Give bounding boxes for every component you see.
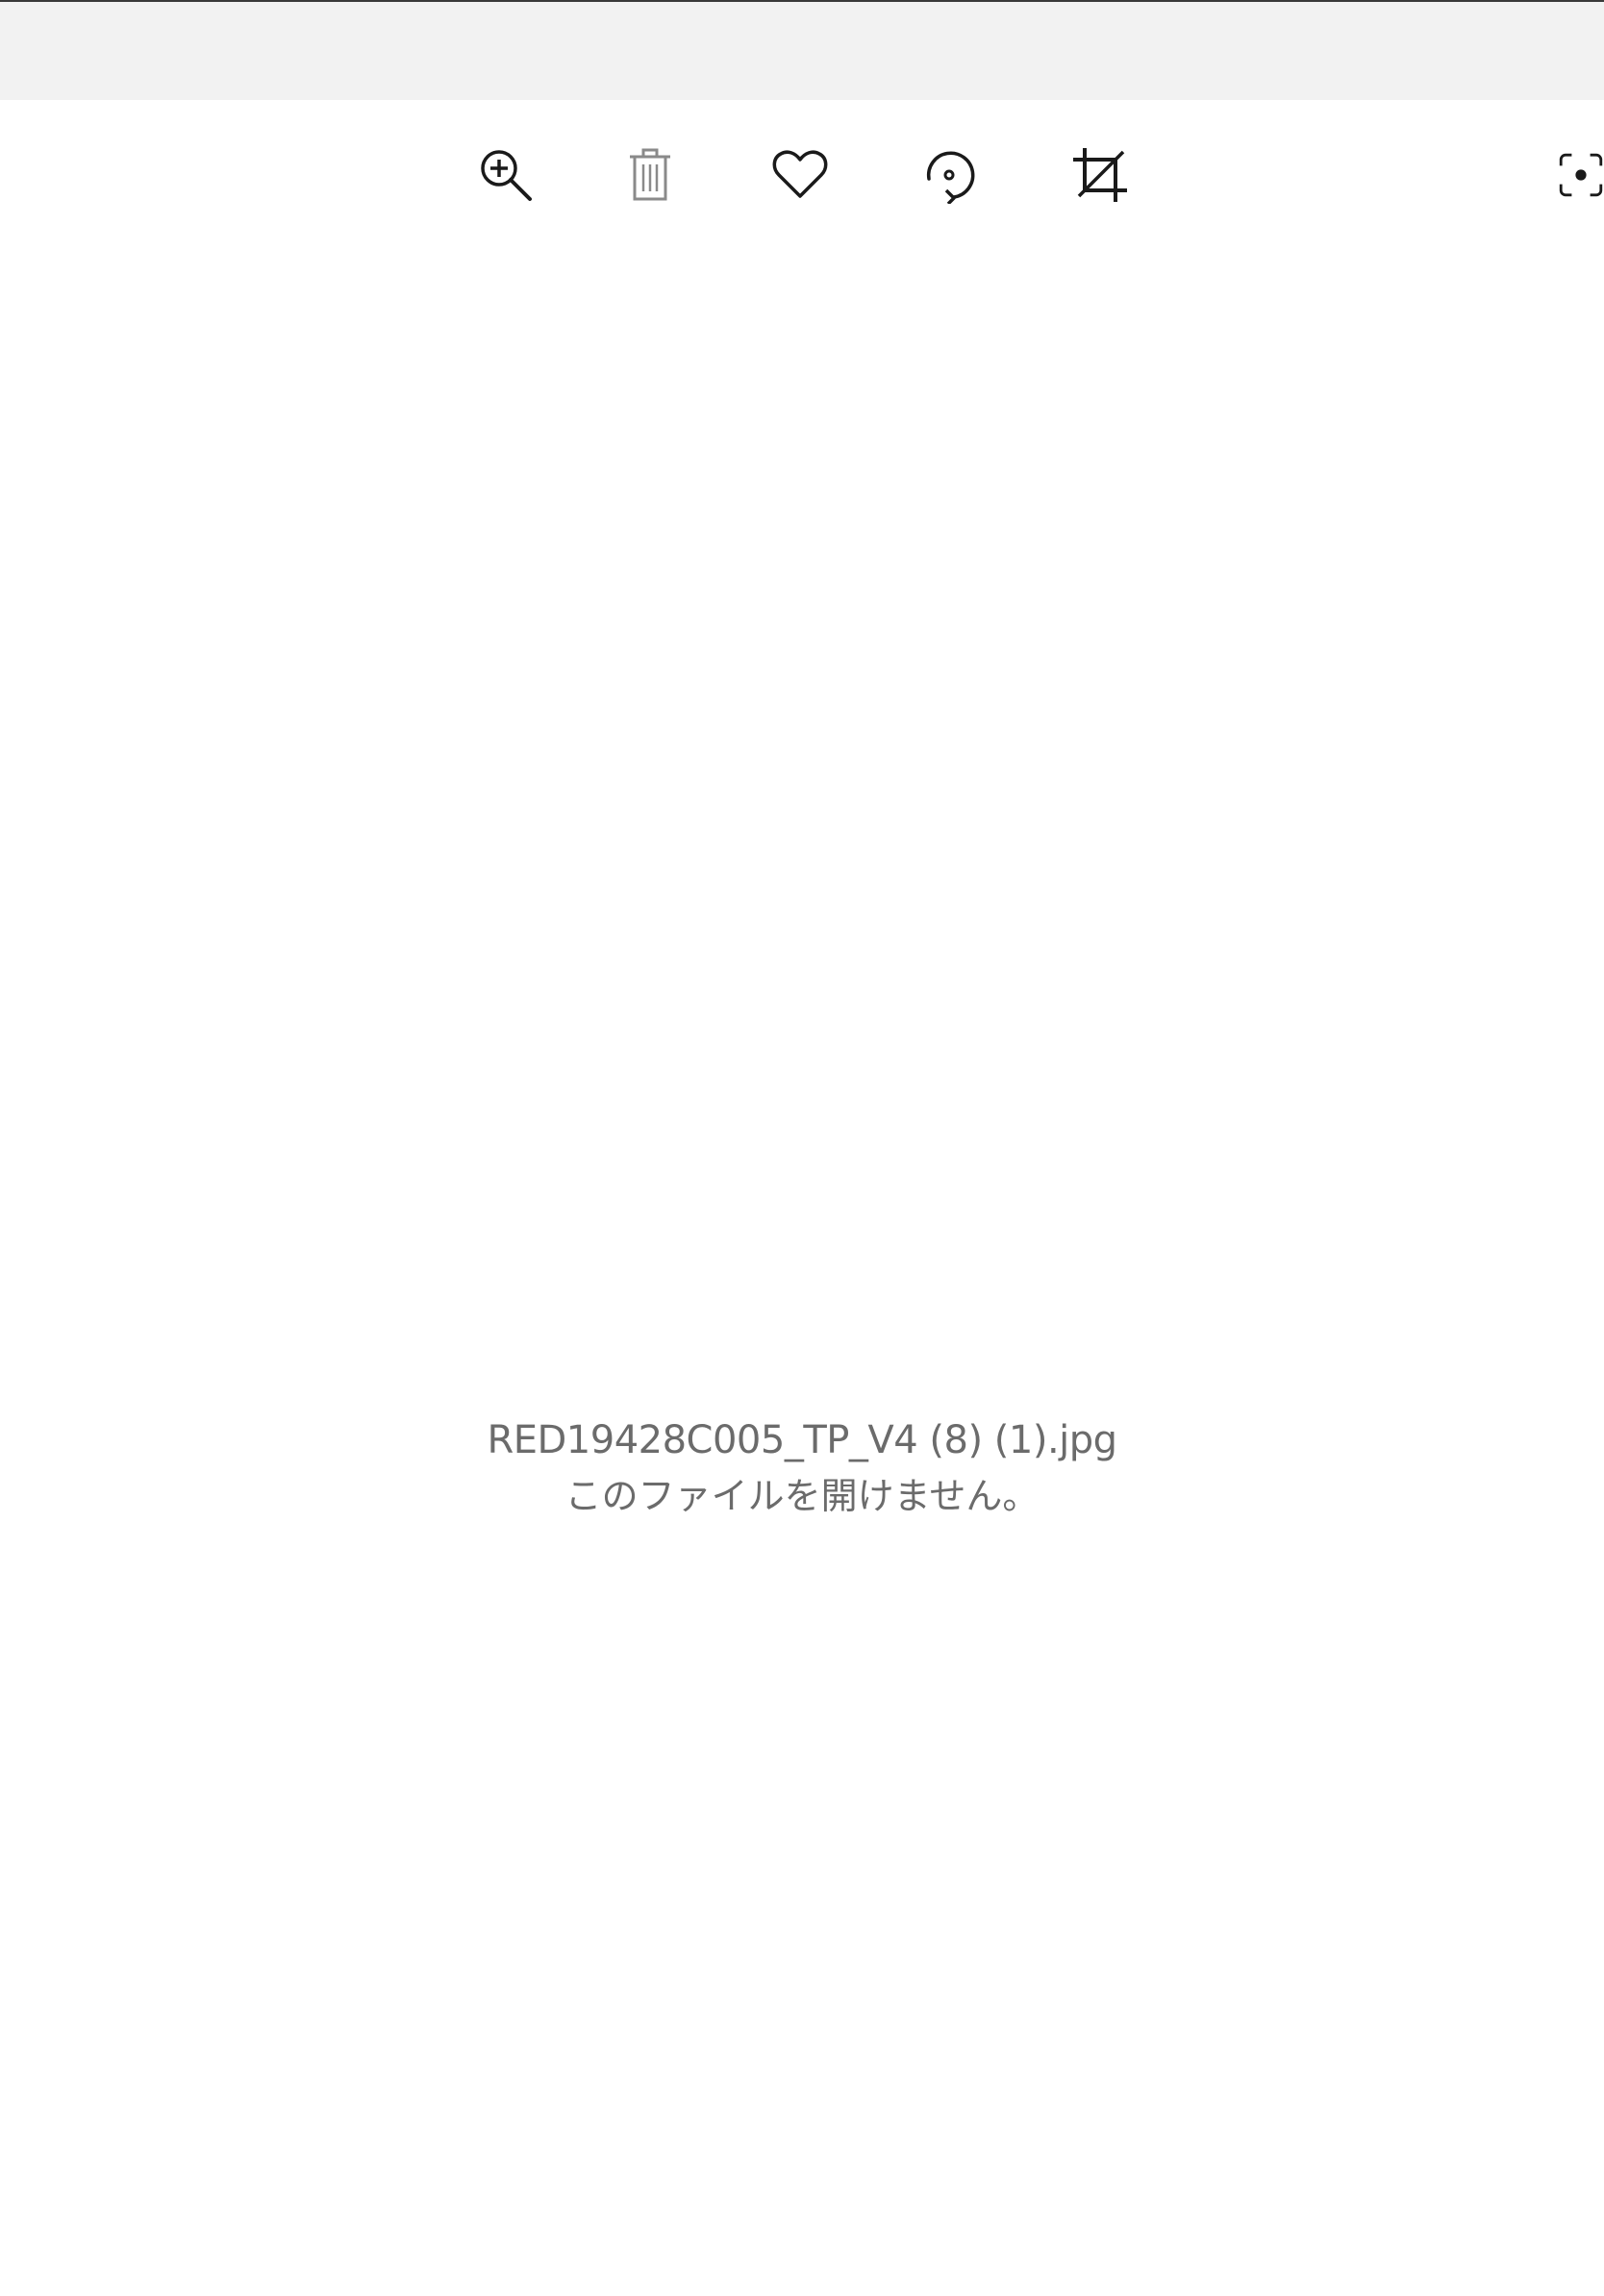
viewer-toolbar [0, 100, 1604, 244]
error-message: このファイルを開けません。 [564, 1475, 1040, 1517]
rotate-button[interactable] [912, 137, 989, 213]
title-bar [0, 0, 1604, 100]
file-open-error: RED19428C005_TP_V4 (8) (1).jpg このファイルを開け… [0, 1413, 1604, 1523]
delete-button[interactable] [612, 137, 689, 213]
file-name: RED19428C005_TP_V4 (8) (1).jpg [487, 1418, 1117, 1462]
zoom-button[interactable] [467, 137, 544, 213]
visual-search-button[interactable] [1558, 137, 1604, 213]
visual-search-icon [1559, 153, 1603, 197]
heart-icon [772, 150, 828, 198]
zoom-in-icon [481, 150, 532, 201]
crop-button[interactable] [1062, 137, 1139, 213]
favorite-button[interactable] [762, 137, 839, 213]
rotate-icon [926, 151, 975, 204]
crop-icon [1073, 148, 1127, 202]
delete-icon [630, 148, 670, 201]
